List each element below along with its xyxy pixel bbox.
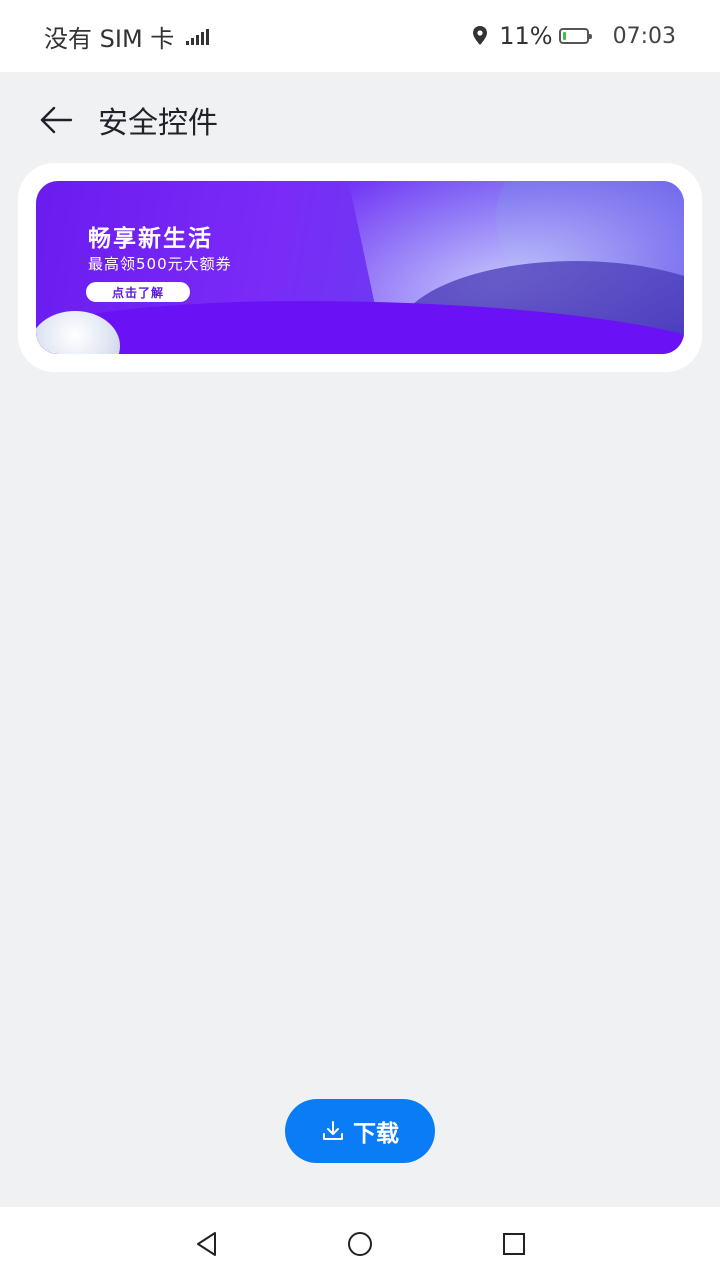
back-triangle-icon	[197, 1232, 216, 1256]
page-title: 安全控件	[98, 106, 218, 141]
battery-percent: 11%	[499, 22, 553, 50]
status-left: 没有 SIM 卡	[44, 19, 212, 54]
status-bar: 没有 SIM 卡 11% 07:03	[0, 0, 720, 72]
banner-subtitle: 最高领500元大额券	[88, 255, 232, 273]
nav-back-button[interactable]	[192, 1229, 222, 1259]
download-label: 下载	[353, 1121, 399, 1147]
clock: 07:03	[612, 23, 676, 49]
promo-banner[interactable]: 畅享新生活 最高领500元大额券 点击了解	[36, 181, 684, 354]
screen: 没有 SIM 卡 11% 07:03 安全控件 畅享新生活 最高领500元大额券…	[0, 0, 720, 1280]
battery-fill	[562, 32, 566, 40]
battery-icon	[558, 28, 592, 44]
download-button[interactable]: 下载	[285, 1099, 435, 1163]
back-button[interactable]	[36, 100, 76, 140]
signal-icon	[184, 25, 212, 47]
download-icon	[323, 1121, 343, 1140]
status-right: 11% 07:03	[471, 22, 676, 50]
home-circle-icon	[348, 1232, 372, 1256]
navigation-bar	[0, 1207, 720, 1280]
location-icon	[473, 26, 488, 45]
nav-home-button[interactable]	[345, 1229, 375, 1259]
nav-recents-button[interactable]	[499, 1229, 529, 1259]
banner-title: 畅享新生活	[88, 226, 213, 252]
back-arrow-icon	[40, 106, 73, 134]
banner-learn-more-button[interactable]: 点击了解	[86, 282, 190, 302]
title-bar: 安全控件	[0, 72, 720, 168]
recents-square-icon	[503, 1233, 525, 1255]
carrier-text: 没有 SIM 卡	[44, 24, 175, 53]
banner-card: 畅享新生活 最高领500元大额券 点击了解	[18, 163, 702, 372]
